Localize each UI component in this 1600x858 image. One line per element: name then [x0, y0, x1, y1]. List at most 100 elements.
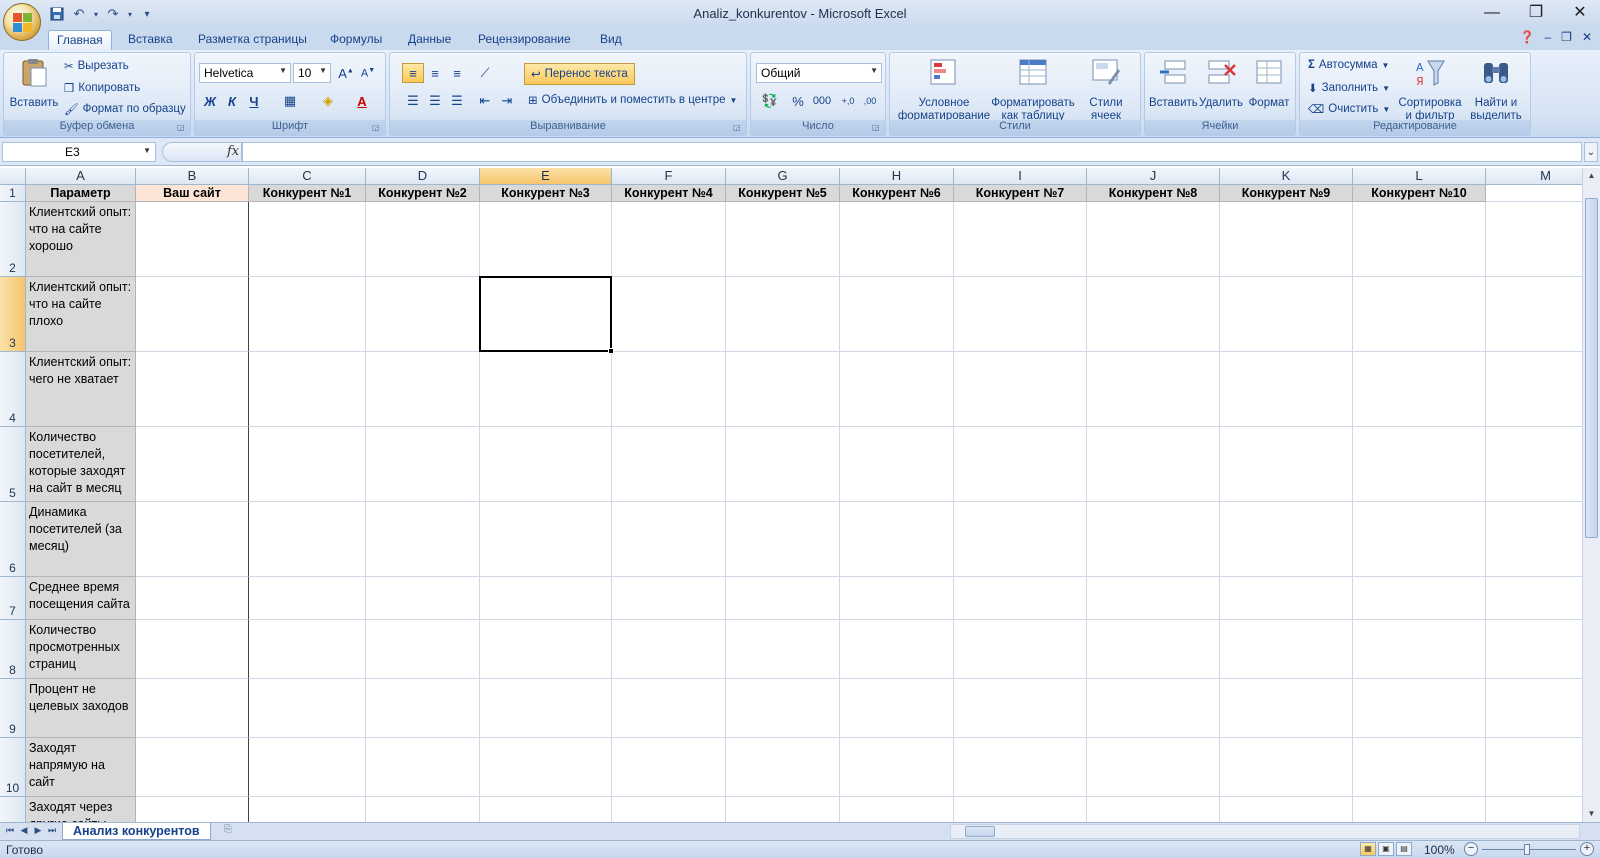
- data-cell[interactable]: [840, 352, 954, 427]
- row-header[interactable]: 6: [0, 502, 26, 577]
- scroll-down-icon[interactable]: ▼: [1583, 806, 1600, 822]
- data-cell[interactable]: [366, 577, 480, 620]
- workbook-close-icon[interactable]: ✕: [1582, 30, 1592, 44]
- data-cell[interactable]: [249, 679, 366, 738]
- find-select-button[interactable]: Найти и выделить: [1464, 57, 1528, 123]
- last-sheet-icon[interactable]: ⏭: [46, 825, 58, 839]
- row-header[interactable]: 7: [0, 577, 26, 620]
- parameter-cell[interactable]: Клиентский опыт: что на сайте хорошо: [26, 202, 136, 277]
- workbook-restore-icon[interactable]: ❐: [1561, 30, 1572, 44]
- tab-view[interactable]: Вид: [592, 30, 630, 50]
- data-cell[interactable]: [366, 502, 480, 577]
- data-cell[interactable]: [480, 620, 612, 679]
- data-cell[interactable]: [480, 502, 612, 577]
- font-color-button[interactable]: A: [351, 91, 373, 111]
- data-cell[interactable]: [1220, 577, 1353, 620]
- select-all-corner[interactable]: [0, 168, 26, 185]
- italic-button[interactable]: К: [221, 91, 243, 111]
- insert-sheet-icon[interactable]: ⎘: [218, 824, 238, 839]
- paste-button[interactable]: Вставить: [8, 57, 60, 110]
- data-cell[interactable]: [366, 202, 480, 277]
- data-cell[interactable]: [954, 738, 1087, 797]
- column-header-f[interactable]: F: [612, 168, 726, 185]
- parameter-cell[interactable]: Клиентский опыт: что на сайте плохо: [26, 277, 136, 352]
- data-cell[interactable]: [1220, 277, 1353, 352]
- data-cell[interactable]: [136, 277, 249, 352]
- merge-center-button[interactable]: ⊞ Объединить и поместить в центре ▼: [528, 93, 737, 107]
- data-cell[interactable]: [480, 797, 612, 822]
- data-cell[interactable]: [136, 797, 249, 822]
- data-cell[interactable]: [1486, 679, 1582, 738]
- normal-view-icon[interactable]: ▦: [1360, 842, 1376, 856]
- data-cell[interactable]: [840, 738, 954, 797]
- column-header-m[interactable]: M: [1486, 168, 1582, 185]
- parameter-cell[interactable]: Динамика посетителей (за месяц): [26, 502, 136, 577]
- column-header-c[interactable]: C: [249, 168, 366, 185]
- data-cell[interactable]: [612, 738, 726, 797]
- insert-function-button[interactable]: fx: [227, 144, 239, 159]
- data-cell[interactable]: [954, 502, 1087, 577]
- data-cell[interactable]: [1220, 620, 1353, 679]
- increase-decimal-button[interactable]: +,0: [837, 91, 859, 111]
- data-cell[interactable]: [136, 502, 249, 577]
- data-cell[interactable]: [1353, 427, 1486, 502]
- sort-filter-button[interactable]: АЯ Сортировка и фильтр: [1396, 57, 1464, 123]
- data-cell[interactable]: [840, 679, 954, 738]
- data-cell[interactable]: [612, 620, 726, 679]
- data-cell[interactable]: [366, 620, 480, 679]
- borders-button[interactable]: ▦: [279, 91, 301, 111]
- data-cell[interactable]: [366, 797, 480, 822]
- data-cell[interactable]: [840, 797, 954, 822]
- row-header[interactable]: [0, 797, 26, 822]
- column-header-a[interactable]: A: [26, 168, 136, 185]
- data-cell[interactable]: [249, 620, 366, 679]
- tab-review[interactable]: Рецензирование: [470, 30, 579, 50]
- zoom-slider-thumb[interactable]: [1524, 844, 1530, 855]
- data-cell[interactable]: [1353, 352, 1486, 427]
- workbook-minimize-icon[interactable]: –: [1544, 30, 1551, 44]
- copy-button[interactable]: ❐ Копировать: [64, 81, 140, 95]
- header-cell-competitor[interactable]: Конкурент №4: [612, 185, 726, 202]
- data-cell[interactable]: [1486, 202, 1582, 277]
- data-cell[interactable]: [954, 577, 1087, 620]
- data-cell[interactable]: [249, 577, 366, 620]
- data-cell[interactable]: [1353, 502, 1486, 577]
- header-cell-your-site[interactable]: Ваш сайт: [136, 185, 249, 202]
- shrink-font-button[interactable]: A▼: [357, 63, 379, 83]
- data-cell[interactable]: [1486, 277, 1582, 352]
- wrap-text-button[interactable]: ↩ Перенос текста: [524, 63, 635, 85]
- data-cell[interactable]: [1220, 352, 1353, 427]
- column-header-b[interactable]: B: [136, 168, 249, 185]
- data-cell[interactable]: [1087, 427, 1220, 502]
- decrease-decimal-button[interactable]: ,00: [859, 91, 881, 111]
- data-cell[interactable]: [1353, 277, 1486, 352]
- data-cell[interactable]: [1353, 679, 1486, 738]
- bold-button[interactable]: Ж: [199, 91, 221, 111]
- dialog-launcher-icon[interactable]: ◲: [872, 123, 882, 133]
- data-cell[interactable]: [612, 577, 726, 620]
- header-cell-competitor[interactable]: Конкурент №3: [480, 185, 612, 202]
- data-cell[interactable]: [1220, 427, 1353, 502]
- tab-page-layout[interactable]: Разметка страницы: [190, 30, 315, 50]
- data-cell[interactable]: [612, 797, 726, 822]
- orientation-button[interactable]: ⟋: [474, 63, 496, 83]
- dialog-launcher-icon[interactable]: ◲: [177, 123, 187, 133]
- data-cell[interactable]: [480, 679, 612, 738]
- data-cell[interactable]: [1486, 738, 1582, 797]
- data-cell[interactable]: [249, 502, 366, 577]
- data-cell[interactable]: [1087, 202, 1220, 277]
- row-header[interactable]: 1: [0, 185, 26, 202]
- row-header[interactable]: 4: [0, 352, 26, 427]
- data-cell[interactable]: [726, 577, 840, 620]
- horizontal-scrollbar[interactable]: [950, 824, 1580, 839]
- data-cell[interactable]: [249, 797, 366, 822]
- help-icon[interactable]: ❓: [1520, 30, 1535, 44]
- scroll-up-icon[interactable]: ▲: [1583, 168, 1600, 184]
- increase-indent-button[interactable]: ⇥: [496, 91, 518, 111]
- data-cell[interactable]: [954, 427, 1087, 502]
- data-cell[interactable]: [480, 202, 612, 277]
- data-cell[interactable]: [136, 620, 249, 679]
- data-cell[interactable]: [136, 577, 249, 620]
- name-box[interactable]: E3 ▼: [2, 142, 156, 162]
- row-header[interactable]: 8: [0, 620, 26, 679]
